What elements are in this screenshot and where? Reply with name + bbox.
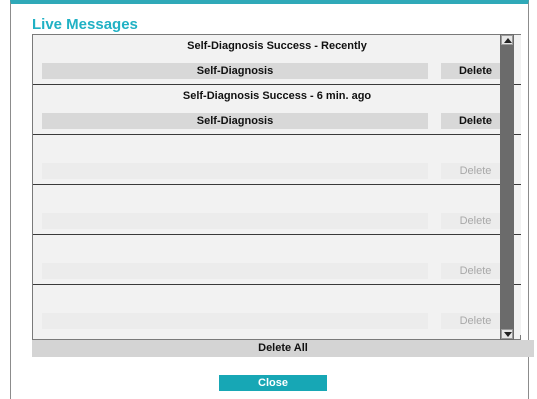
scroll-up-button[interactable] [501,35,513,45]
message-text [33,239,521,253]
message-row: Delete [33,235,521,285]
message-row: Delete [33,285,521,335]
message-row: Delete [33,135,521,185]
message-type [42,313,428,329]
message-text [33,289,521,303]
triangle-down-icon [504,332,512,337]
message-text: Self-Diagnosis Success - Recently [187,40,367,52]
vertical-scrollbar[interactable] [500,34,514,340]
close-button[interactable]: Close [219,375,327,391]
message-row: Self-Diagnosis Success - 6 min. ago Self… [33,85,521,135]
message-type [42,263,428,279]
scroll-down-button[interactable] [501,329,513,339]
message-row: Self-Diagnosis Success - Recently Self-D… [33,35,521,85]
message-list: Self-Diagnosis Success - Recently Self-D… [32,34,521,340]
message-type: Self-Diagnosis [42,113,428,129]
message-text: Self-Diagnosis Success - 6 min. ago [182,90,372,102]
message-type: Self-Diagnosis [42,63,428,79]
message-text [33,189,521,203]
delete-all-button[interactable]: Delete All [32,340,534,357]
message-type [42,163,428,179]
message-row: Delete [33,185,521,235]
triangle-up-icon [504,38,512,43]
live-messages-dialog: Live Messages Self-Diagnosis Success - R… [10,0,534,399]
message-text [33,139,521,153]
message-type [42,213,428,229]
dialog-title: Live Messages [32,16,138,33]
